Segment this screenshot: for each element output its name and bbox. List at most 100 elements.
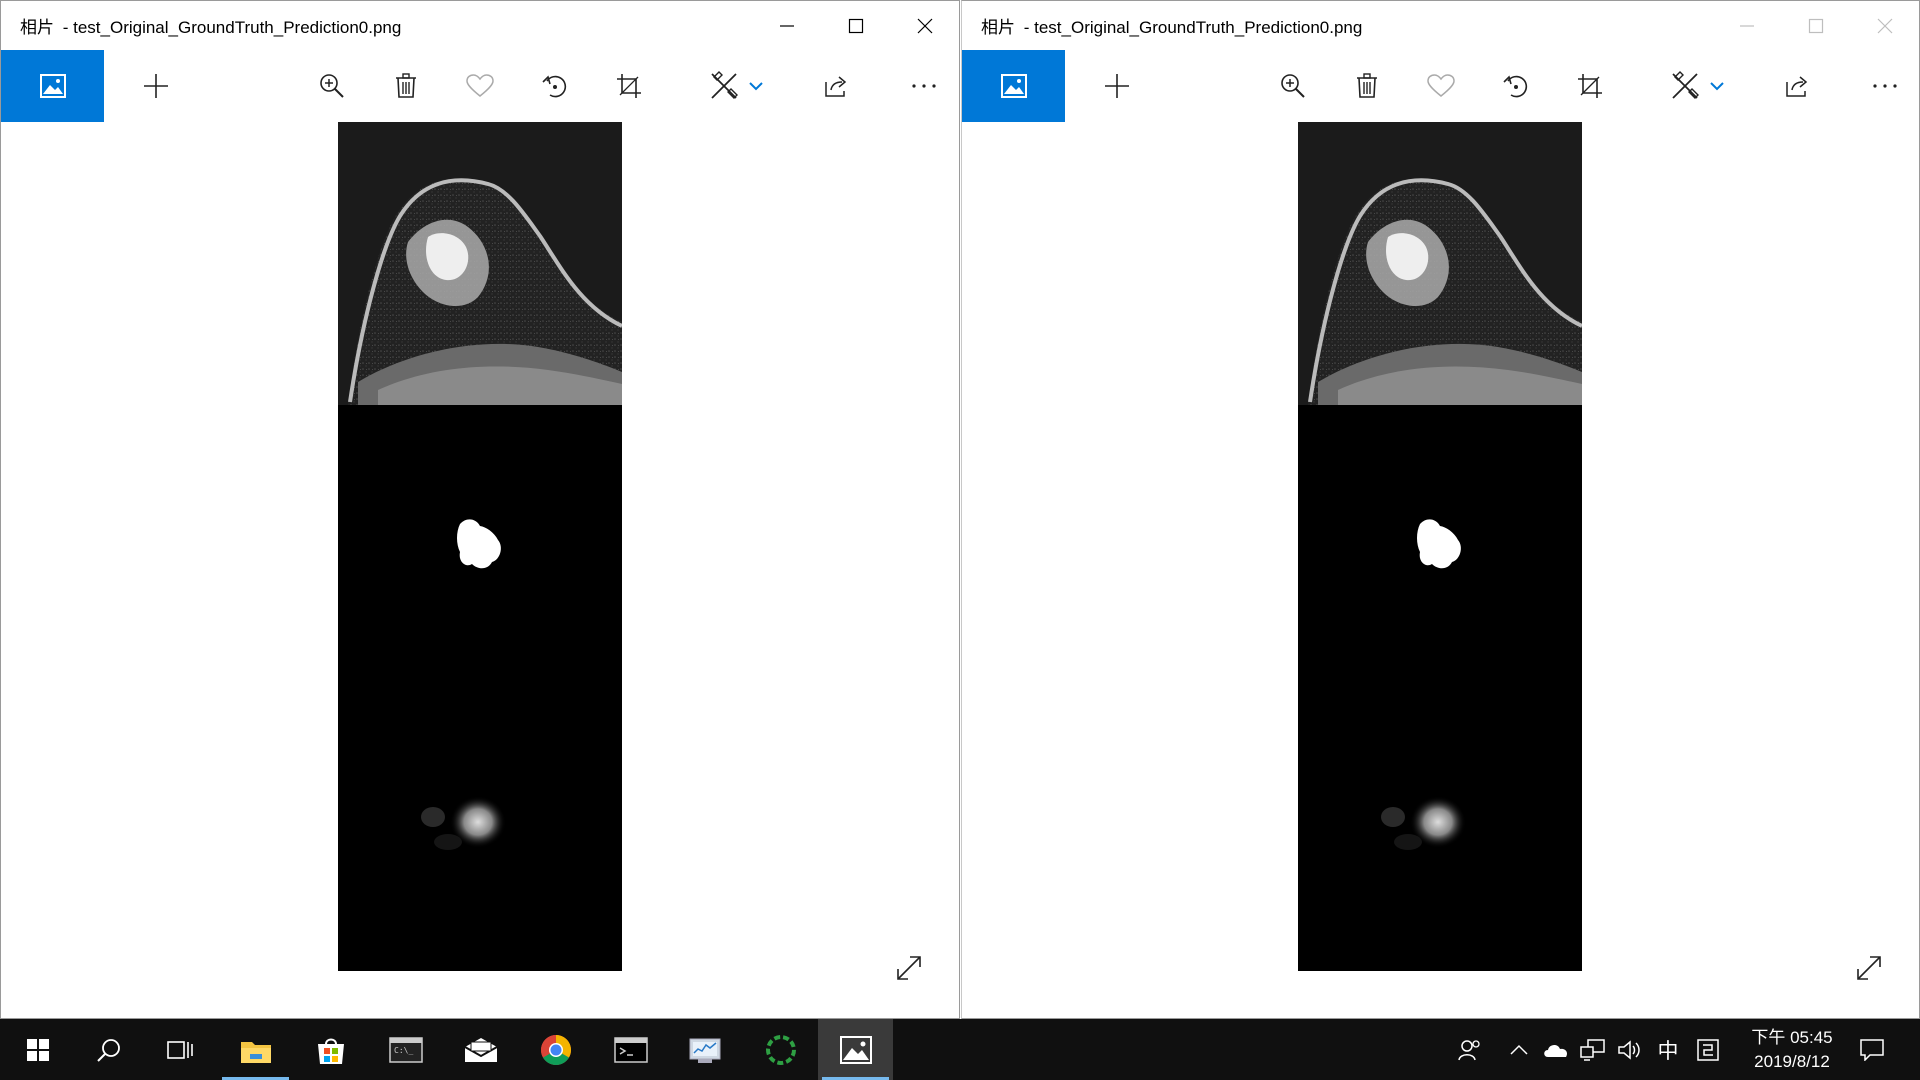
medical-scan-image: [338, 122, 623, 971]
favorite-heart-icon: [466, 74, 494, 97]
start-button[interactable]: [0, 1019, 75, 1080]
minimize-button[interactable]: [1712, 1, 1781, 50]
fullscreen-button[interactable]: [895, 954, 923, 982]
photo-toolbar: [962, 50, 1919, 122]
photos-window-left[interactable]: 相片 - test_Original_GroundTruth_Predictio…: [0, 0, 960, 1019]
title-bar[interactable]: 相片 - test_Original_GroundTruth_Predictio…: [1, 1, 959, 50]
photo-toolbar: [1, 50, 959, 122]
add-to-button[interactable]: [104, 50, 207, 122]
taskbar-photos[interactable]: [818, 1019, 893, 1080]
network-button[interactable]: [1575, 1019, 1611, 1080]
share-button[interactable]: [1772, 50, 1822, 122]
system-clock[interactable]: 下午 05:45 2019/8/12: [1732, 1019, 1852, 1080]
onedrive-cloud-icon: [1544, 1044, 1568, 1057]
minimize-button[interactable]: [752, 1, 821, 50]
file-explorer-icon: [240, 1041, 271, 1063]
app-name: 相片: [981, 18, 1015, 37]
windows-start-icon: [26, 1038, 49, 1061]
maximize-button[interactable]: [821, 1, 890, 50]
edit-create-button[interactable]: [701, 50, 771, 122]
crop-button[interactable]: [604, 50, 654, 122]
taskbar-terminal[interactable]: [593, 1019, 668, 1080]
more-options-button[interactable]: [899, 50, 949, 122]
close-button[interactable]: [890, 1, 959, 50]
volume-button[interactable]: [1612, 1019, 1648, 1080]
terminal-icon: [613, 1036, 648, 1063]
resource-monitor-icon: [689, 1038, 720, 1063]
title-separator: -: [58, 18, 74, 37]
microsoft-store-icon: [317, 1038, 344, 1064]
onedrive-button[interactable]: [1538, 1019, 1574, 1080]
fullscreen-button[interactable]: [1855, 954, 1883, 982]
zoom-button[interactable]: [1268, 50, 1318, 122]
ime-mode-button[interactable]: 中: [1649, 1019, 1687, 1080]
favorite-button[interactable]: [455, 50, 505, 122]
desktop: 相片 - test_Original_GroundTruth_Predictio…: [0, 0, 1920, 1019]
speaker-icon: [1618, 1039, 1640, 1060]
close-button[interactable]: [1850, 1, 1919, 50]
show-hidden-icons-button[interactable]: [1501, 1019, 1537, 1080]
file-name: test_Original_GroundTruth_Prediction0.pn…: [1034, 18, 1363, 37]
file-name: test_Original_GroundTruth_Prediction0.pn…: [73, 18, 402, 37]
photos-home-button[interactable]: [1, 50, 104, 122]
ime-layout-button[interactable]: [1688, 1019, 1728, 1080]
photos-home-button[interactable]: [962, 50, 1065, 122]
window-title: 相片 - test_Original_GroundTruth_Predictio…: [1, 13, 401, 38]
task-view-button[interactable]: [142, 1019, 217, 1080]
add-icon: [1104, 74, 1129, 98]
chevron-down-icon: [1710, 82, 1724, 91]
edit-create-button[interactable]: [1662, 50, 1732, 122]
app-name: 相片: [20, 18, 54, 37]
rotate-button[interactable]: [1491, 50, 1541, 122]
zoom-in-icon: [1281, 74, 1305, 98]
task-view-icon: [166, 1040, 193, 1059]
image-viewer[interactable]: [1, 122, 959, 1018]
loading-app-icon: [765, 1034, 796, 1065]
maximize-icon: [1808, 18, 1823, 33]
photos-icon: [839, 1035, 872, 1064]
share-button[interactable]: [811, 50, 861, 122]
taskbar-command-prompt[interactable]: C:\_: [368, 1019, 443, 1080]
more-options-button[interactable]: [1860, 50, 1910, 122]
action-center-button[interactable]: [1844, 1019, 1900, 1080]
image-viewer[interactable]: [962, 122, 1919, 1018]
mail-icon: [464, 1037, 497, 1062]
minimize-icon: [1739, 24, 1754, 27]
expand-icon: [1857, 956, 1881, 980]
photos-window-right[interactable]: 相片 - test_Original_GroundTruth_Predictio…: [961, 0, 1920, 1019]
network-icon: [1580, 1038, 1605, 1061]
taskbar-file-explorer[interactable]: [218, 1019, 293, 1080]
displayed-image: [338, 122, 623, 971]
photos-home-icon: [39, 74, 66, 98]
crop-button[interactable]: [1565, 50, 1615, 122]
crop-icon: [1578, 74, 1602, 98]
minimize-icon: [779, 24, 794, 27]
delete-button[interactable]: [381, 50, 431, 122]
favorite-button[interactable]: [1416, 50, 1466, 122]
taskbar-loading-app[interactable]: [743, 1019, 818, 1080]
taskbar-resource-monitor[interactable]: [668, 1019, 743, 1080]
people-button[interactable]: [1450, 1019, 1490, 1080]
window-title: 相片 - test_Original_GroundTruth_Predictio…: [962, 13, 1362, 38]
title-bar[interactable]: 相片 - test_Original_GroundTruth_Predictio…: [962, 1, 1919, 50]
ime-input-icon: [1697, 1038, 1719, 1061]
clock-time: 下午 05:45: [1751, 1027, 1833, 1047]
clock-date: 2019/8/12: [1754, 1051, 1830, 1071]
command-prompt-icon: C:\_: [388, 1036, 423, 1063]
window-controls: [752, 1, 959, 50]
taskbar-store[interactable]: [293, 1019, 368, 1080]
rotate-icon: [1503, 75, 1528, 98]
taskbar-chrome[interactable]: [518, 1019, 593, 1080]
zoom-button[interactable]: [307, 50, 357, 122]
people-icon: [1458, 1039, 1480, 1060]
add-to-button[interactable]: [1065, 50, 1168, 122]
search-button[interactable]: [71, 1019, 146, 1080]
notification-icon: [1860, 1038, 1884, 1061]
maximize-button[interactable]: [1781, 1, 1850, 50]
displayed-image: [1298, 122, 1583, 971]
more-icon: [912, 84, 936, 88]
rotate-button[interactable]: [530, 50, 580, 122]
svg-text:C:\_: C:\_: [394, 1046, 413, 1055]
taskbar-mail[interactable]: [443, 1019, 518, 1080]
delete-button[interactable]: [1342, 50, 1392, 122]
